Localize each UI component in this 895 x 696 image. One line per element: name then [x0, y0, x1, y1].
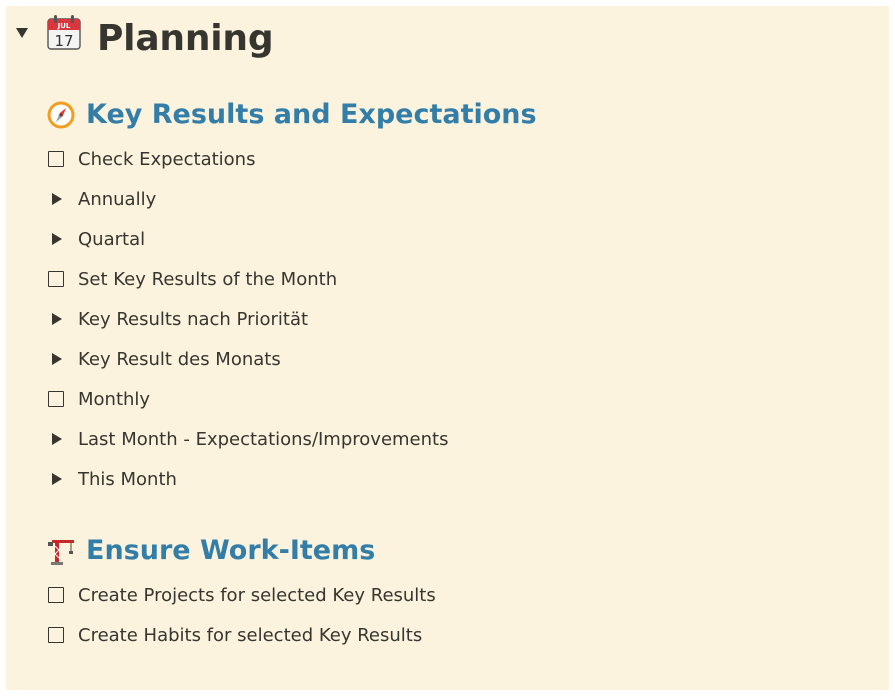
section-heading-work-items: Ensure Work-Items: [46, 531, 375, 571]
todo-label: Create Habits for selected Key Results: [78, 624, 423, 646]
toggle-label: Annually: [78, 188, 157, 210]
page-content: JUL 17 Planning Key Results and Expectat…: [6, 6, 889, 690]
checkbox[interactable]: [48, 271, 64, 287]
toggle-item[interactable]: Key Results nach Priorität: [46, 304, 308, 334]
toggle-item[interactable]: Key Result des Monats: [46, 344, 281, 374]
todo-label: Set Key Results of the Month: [78, 268, 338, 290]
toggle-arrow-icon[interactable]: [52, 433, 62, 445]
todo-item: Monthly: [46, 384, 150, 414]
todo-item: Create Habits for selected Key Results: [46, 620, 422, 650]
todo-item: Set Key Results of the Month: [46, 264, 337, 294]
toggle-item[interactable]: Quartal: [46, 224, 145, 254]
svg-text:JUL: JUL: [57, 22, 71, 30]
toggle-label: Last Month - Expectations/Improvements: [78, 428, 449, 450]
todo-item: Check Expectations: [46, 144, 255, 174]
section-title: Key Results and Expectations: [86, 99, 537, 130]
toggle-label: Key Results nach Priorität: [78, 308, 309, 330]
section-title: Ensure Work-Items: [86, 535, 376, 566]
todo-item: Create Projects for selected Key Results: [46, 580, 436, 610]
calendar-icon: JUL 17: [47, 15, 81, 50]
checkbox[interactable]: [48, 627, 64, 643]
toggle-arrow-icon[interactable]: [52, 473, 62, 485]
compass-icon: [47, 101, 75, 129]
page-title: Planning: [97, 18, 274, 59]
section-heading-key-results: Key Results and Expectations: [46, 95, 537, 135]
toggle-arrow-icon[interactable]: [52, 233, 62, 245]
checkbox[interactable]: [48, 391, 64, 407]
todo-label: Create Projects for selected Key Results: [78, 584, 436, 606]
todo-label: Monthly: [78, 388, 151, 410]
toggle-item[interactable]: This Month: [46, 464, 177, 494]
checkbox[interactable]: [48, 151, 64, 167]
toggle-arrow-icon[interactable]: [52, 313, 62, 325]
toggle-arrow-icon[interactable]: [52, 353, 62, 365]
collapse-toggle[interactable]: [16, 28, 28, 38]
todo-label: Check Expectations: [78, 148, 256, 170]
toggle-label: Quartal: [78, 228, 146, 250]
checkbox[interactable]: [48, 587, 64, 603]
toggle-label: Key Result des Monats: [78, 348, 281, 370]
toggle-arrow-icon[interactable]: [52, 193, 62, 205]
svg-text:17: 17: [54, 32, 73, 50]
toggle-item[interactable]: Last Month - Expectations/Improvements: [46, 424, 448, 454]
crane-icon: [48, 540, 74, 565]
toggle-label: This Month: [78, 468, 177, 490]
toggle-item[interactable]: Annually: [46, 184, 156, 214]
